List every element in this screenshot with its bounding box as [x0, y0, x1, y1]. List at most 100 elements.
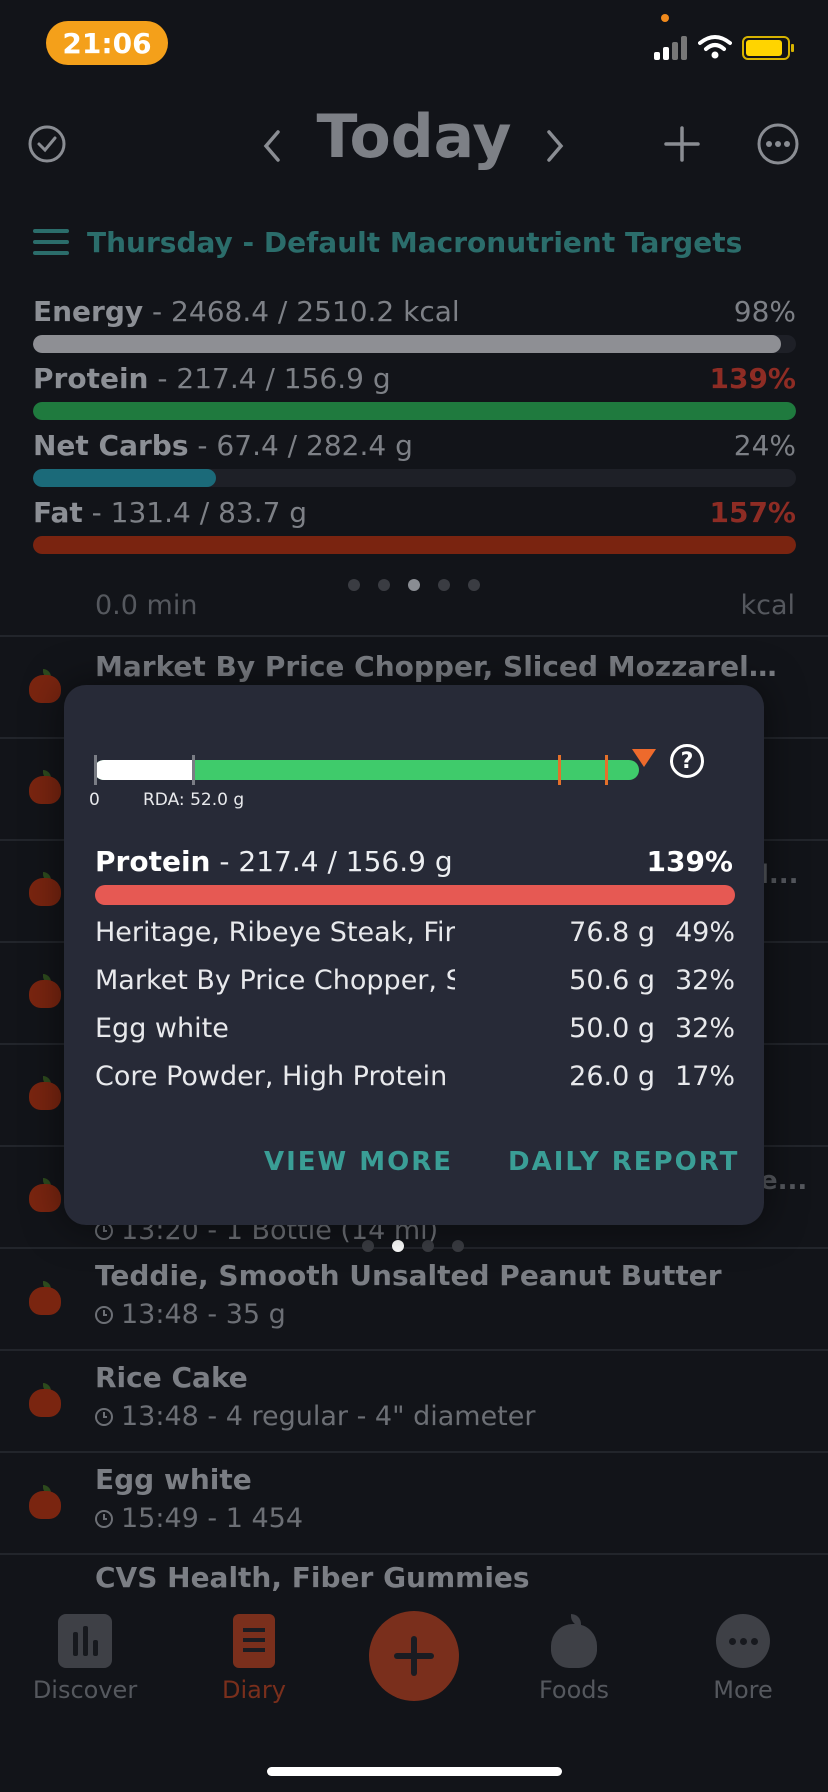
tab-label: More	[713, 1676, 773, 1704]
apple-icon	[29, 1178, 61, 1212]
macro-name: Net Carbs	[33, 429, 189, 462]
macro-net-carbs: Net Carbs - 67.4 / 282.4 g 24%	[33, 429, 796, 496]
contributor-percent: 17%	[674, 1061, 735, 1092]
food-meta: 13:48 - 35 g	[95, 1299, 286, 1330]
macro-detail: - 131.4 / 83.7 g	[82, 496, 308, 529]
food-name: Rice Cake	[95, 1361, 248, 1394]
battery-icon	[742, 36, 794, 60]
list-item[interactable]: CVS Health, Fiber Gummies	[0, 1555, 828, 1595]
nutrient-percent: 139%	[646, 845, 733, 878]
macro-detail: - 217.4 / 156.9 g	[148, 362, 391, 395]
tab-label: Diary	[222, 1676, 286, 1704]
contributor-row[interactable]: Core Powder, High Protein ... 26.0 g 17%	[95, 1061, 735, 1101]
help-icon[interactable]: ?	[670, 744, 704, 778]
daily-report-button[interactable]: DAILY REPORT	[508, 1147, 739, 1177]
list-item[interactable]: Egg white 15:49 - 1 454	[0, 1453, 828, 1553]
contributor-name: Heritage, Ribeye Steak, Fin...	[95, 917, 455, 948]
plus-icon[interactable]	[662, 124, 702, 164]
contributor-row[interactable]: Heritage, Ribeye Steak, Fin... 76.8 g 49…	[95, 917, 735, 957]
macro-bar	[33, 335, 781, 353]
macro-bar	[33, 402, 796, 420]
apple-icon	[29, 770, 61, 804]
chart-icon	[58, 1614, 112, 1668]
tab-diary[interactable]: Diary	[184, 1614, 324, 1704]
food-meta: 15:49 - 1 454	[95, 1503, 303, 1534]
apple-icon	[29, 669, 61, 703]
macro-detail: - 67.4 / 282.4 g	[188, 429, 413, 462]
macro-fat: Fat - 131.4 / 83.7 g 157%	[33, 496, 796, 563]
gauge-zero-tick	[94, 755, 97, 785]
add-entry-button[interactable]	[369, 1611, 459, 1701]
macro-energy: Energy - 2468.4 / 2510.2 kcal 98%	[33, 295, 796, 362]
partial-row-kcal: kcal	[740, 590, 795, 621]
macro-percent: 139%	[709, 362, 796, 395]
tab-discover[interactable]: Discover	[15, 1614, 155, 1704]
macro-protein: Protein - 217.4 / 156.9 g 139%	[33, 362, 796, 429]
wifi-icon	[698, 35, 732, 59]
macro-name: Fat	[33, 496, 83, 529]
nutrient-progress-bar	[95, 885, 735, 905]
macro-percent: 98%	[733, 295, 796, 328]
menu-icon	[33, 229, 69, 255]
truncated-suffix: l...	[760, 860, 799, 890]
nutrient-detail-popup[interactable]: ? 0 RDA: 52.0 g Protein - 217.4 / 156.9 …	[64, 685, 764, 1225]
home-indicator	[267, 1767, 562, 1776]
bottom-tab-bar: Discover Diary Foods More	[0, 1596, 828, 1792]
list-item[interactable]: Rice Cake 13:48 - 4 regular - 4" diamete…	[0, 1351, 828, 1451]
nutrient-detail: - 217.4 / 156.9 g	[210, 845, 453, 878]
cellular-signal-icon	[654, 36, 690, 60]
contributor-amount: 50.0 g	[569, 1013, 655, 1044]
apple-icon	[29, 1383, 61, 1417]
apple-icon	[29, 1485, 61, 1519]
popup-page-indicator[interactable]	[362, 1240, 464, 1252]
targets-selector[interactable]: Thursday - Default Macronutrient Targets	[33, 222, 742, 262]
tab-more[interactable]: More	[673, 1614, 813, 1704]
diary-icon	[227, 1614, 281, 1668]
gauge-target-tick	[605, 755, 608, 785]
mic-indicator-dot	[661, 14, 669, 22]
apple-icon	[29, 872, 61, 906]
macro-detail: - 2468.4 / 2510.2 kcal	[143, 295, 460, 328]
contributor-amount: 50.6 g	[569, 965, 655, 996]
apple-icon	[29, 1076, 61, 1110]
contributor-percent: 49%	[674, 917, 735, 948]
macro-bar	[33, 469, 217, 487]
contributor-name: Egg white	[95, 1013, 229, 1044]
gauge-zero-label: 0	[89, 790, 100, 810]
tab-label: Discover	[32, 1676, 138, 1704]
header: Today	[0, 96, 828, 196]
macro-bar	[33, 536, 796, 554]
tab-foods[interactable]: Foods	[504, 1614, 644, 1704]
partial-row-time: 0.0 min	[95, 590, 198, 621]
chevron-right-icon[interactable]	[541, 126, 569, 166]
summary-page-indicator[interactable]	[348, 579, 480, 591]
food-name: CVS Health, Fiber Gummies	[95, 1561, 530, 1594]
contributor-row[interactable]: Market By Price Chopper, S... 50.6 g 32%	[95, 965, 735, 1005]
food-name: Egg white	[95, 1463, 252, 1496]
nutrient-name: Protein	[95, 845, 211, 878]
contributor-percent: 32%	[674, 1013, 735, 1044]
list-item[interactable]: Teddie, Smooth Unsalted Peanut Butter 13…	[0, 1249, 828, 1349]
more-options-icon[interactable]	[756, 122, 800, 166]
macro-name: Protein	[33, 362, 149, 395]
gauge-rda-tick	[192, 755, 195, 785]
macro-name: Energy	[33, 295, 144, 328]
gauge-rda-label: RDA: 52.0 g	[143, 790, 245, 810]
view-more-button[interactable]: VIEW MORE	[264, 1147, 453, 1177]
gauge-rda-segment	[94, 760, 192, 780]
apple-icon	[29, 974, 61, 1008]
tab-label: Foods	[538, 1676, 610, 1704]
food-name: Teddie, Smooth Unsalted Peanut Butter	[95, 1259, 722, 1292]
food-name: Market By Price Chopper, Sliced Mozzarel…	[95, 650, 785, 683]
status-bar: 21:06	[0, 0, 828, 90]
more-icon	[716, 1614, 770, 1668]
macro-percent: 24%	[733, 429, 796, 462]
macro-percent: 157%	[709, 496, 796, 529]
apple-icon	[29, 1281, 61, 1315]
contributor-name: Core Powder, High Protein ...	[95, 1061, 455, 1092]
contributor-percent: 32%	[674, 965, 735, 996]
contributor-amount: 26.0 g	[569, 1061, 655, 1092]
contributor-row[interactable]: Egg white 50.0 g 32%	[95, 1013, 735, 1053]
macro-summary[interactable]: Energy - 2468.4 / 2510.2 kcal 98% Protei…	[33, 295, 796, 563]
food-meta: 13:48 - 4 regular - 4" diameter	[95, 1401, 535, 1432]
